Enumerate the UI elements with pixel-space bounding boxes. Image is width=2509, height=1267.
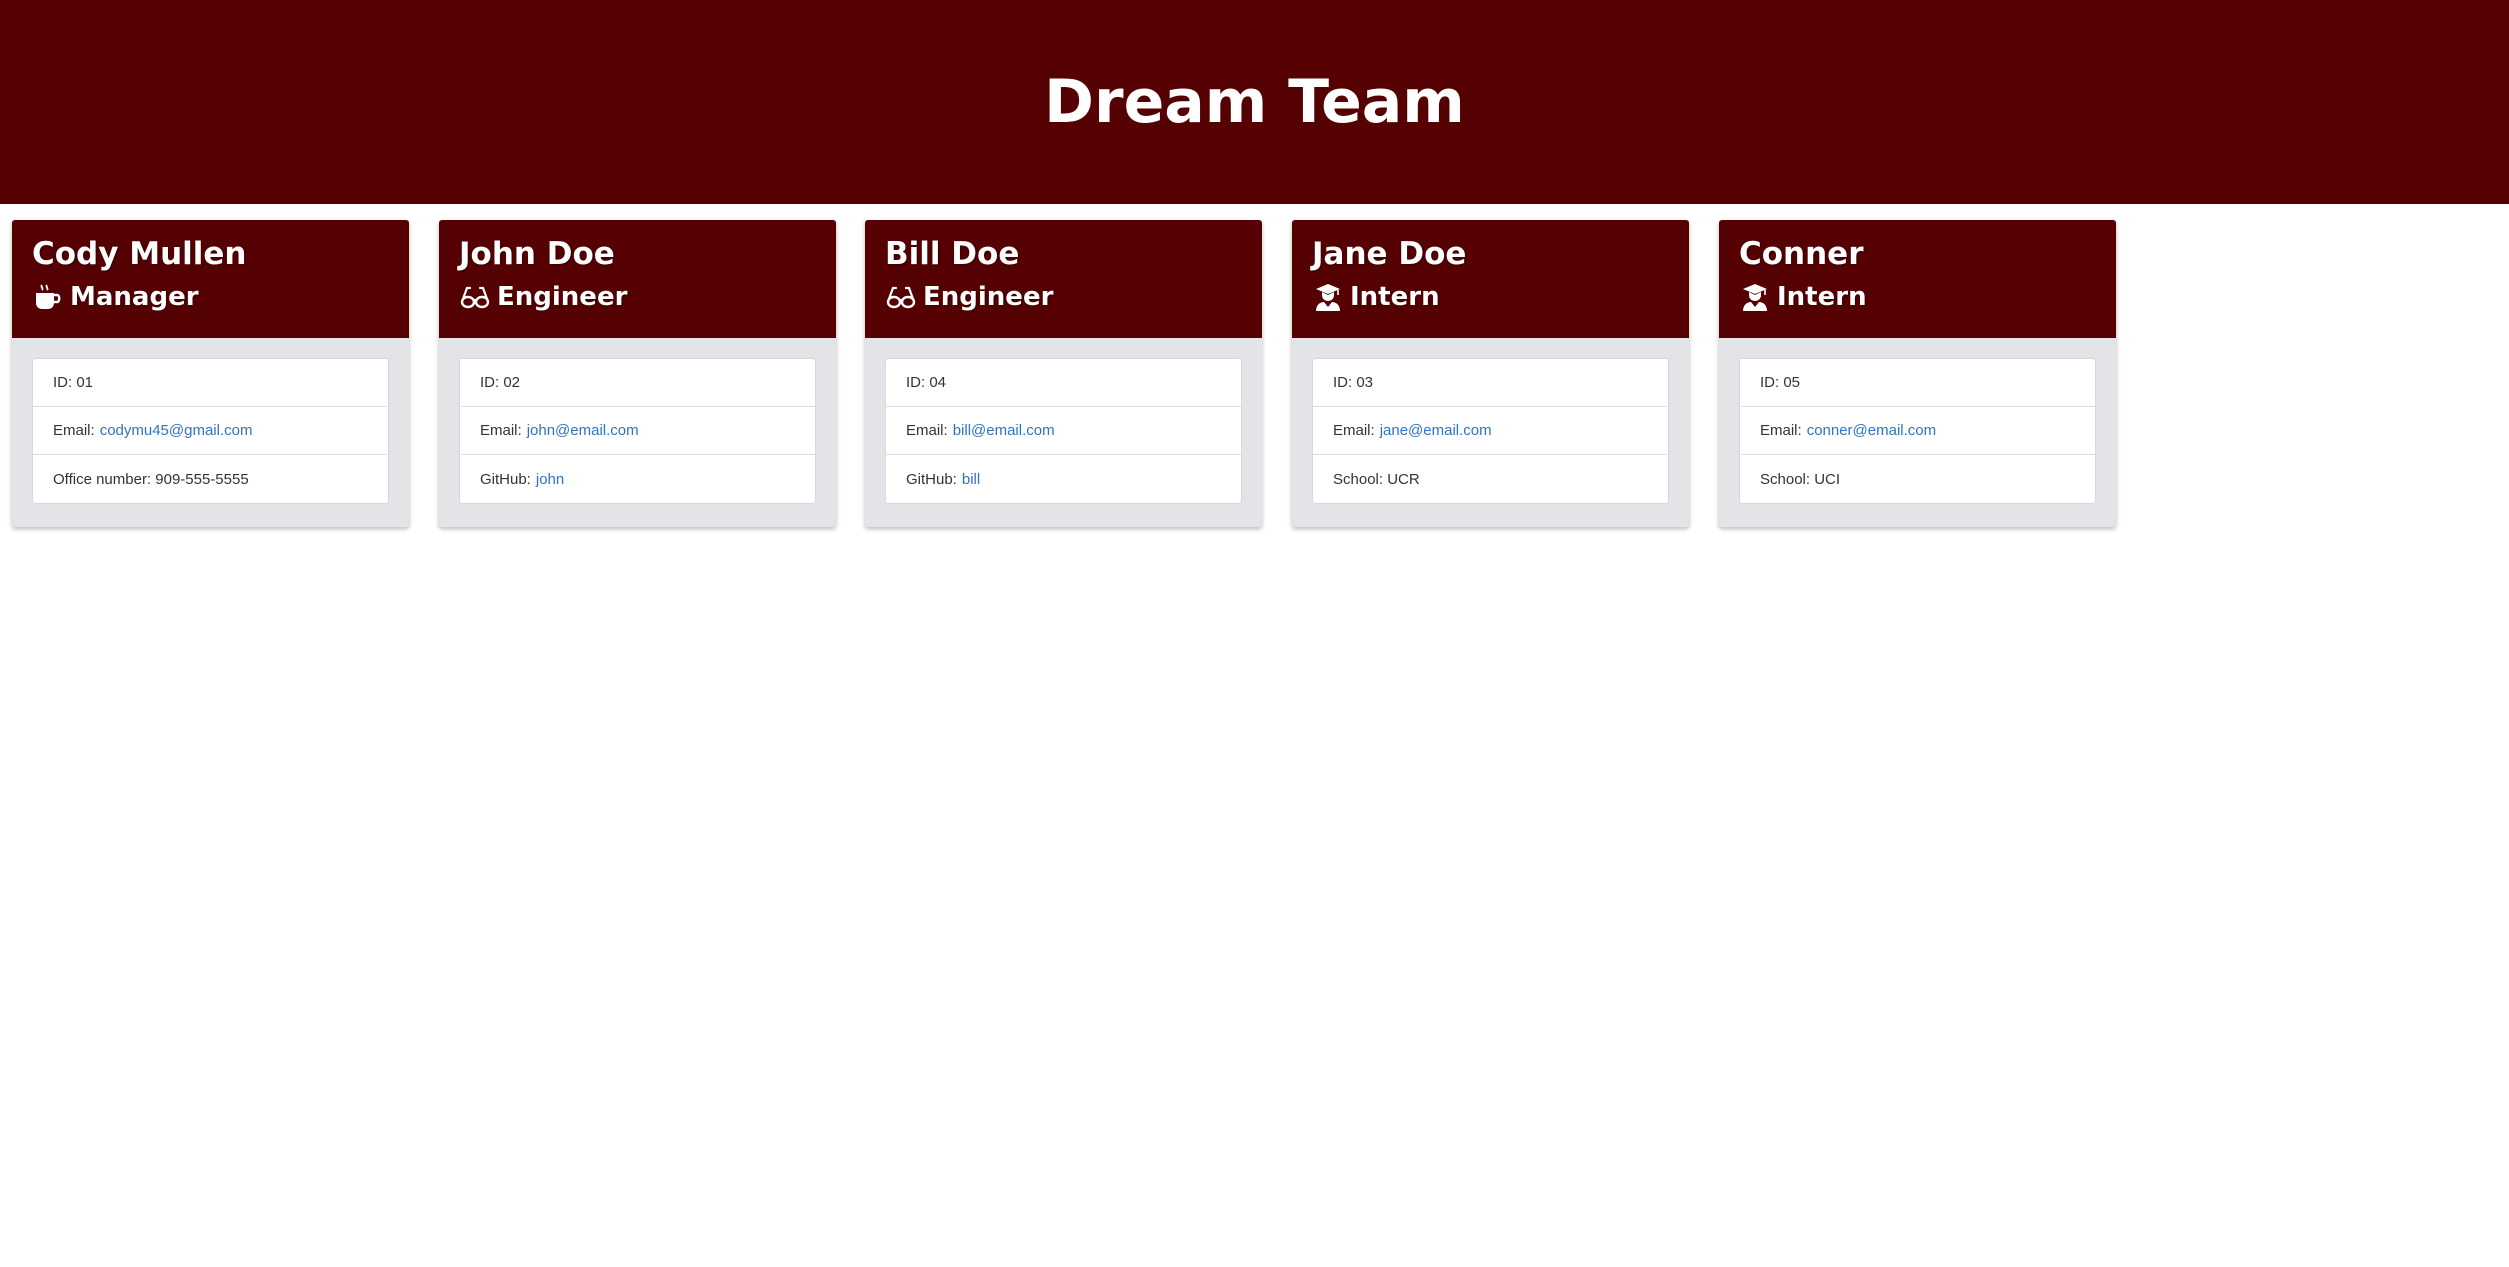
card-header: Bill Doe Engineer xyxy=(865,220,1262,338)
id-item: ID: 02 xyxy=(460,359,815,407)
github-label: GitHub: xyxy=(906,470,957,488)
email-link[interactable]: codymu45@gmail.com xyxy=(100,422,253,439)
github-item: GitHub: john xyxy=(460,455,815,503)
employee-card: John Doe Engineer ID: 02 Email: john@ema… xyxy=(439,220,836,527)
card-body: ID: 02 Email: john@email.com GitHub: joh… xyxy=(439,338,836,504)
page-header: Dream Team xyxy=(0,0,2509,204)
id-item: ID: 01 xyxy=(33,359,388,407)
email-label: Email: xyxy=(906,422,948,439)
github-link[interactable]: bill xyxy=(962,471,980,488)
email-link[interactable]: conner@email.com xyxy=(1807,422,1936,439)
card-body: ID: 04 Email: bill@email.com GitHub: bil… xyxy=(865,338,1262,504)
email-label: Email: xyxy=(1760,422,1802,439)
office-number-item: Office number: 909-555-5555 xyxy=(33,455,388,503)
coffee-mug-icon xyxy=(32,282,64,312)
email-item: Email: conner@email.com xyxy=(1740,407,2095,455)
role-label: Manager xyxy=(70,282,199,312)
card-body: ID: 05 Email: conner@email.com School: U… xyxy=(1719,338,2116,504)
employee-card: Cody Mullen Manager ID: 01 Email: codymu… xyxy=(12,220,409,527)
employee-card: Bill Doe Engineer ID: 04 Email: bill@ema… xyxy=(865,220,1262,527)
id-text: ID: 05 xyxy=(1760,374,1801,391)
employee-name: Jane Doe xyxy=(1312,236,1467,272)
employee-name: John Doe xyxy=(459,236,615,272)
email-item: Email: bill@email.com xyxy=(886,407,1241,455)
school-text: School: UCI xyxy=(1760,470,1841,488)
card-header: Cody Mullen Manager xyxy=(12,220,409,338)
school-text: School: UCR xyxy=(1333,470,1420,488)
card-header: John Doe Engineer xyxy=(439,220,836,338)
id-item: ID: 03 xyxy=(1313,359,1668,407)
details-list: ID: 02 Email: john@email.com GitHub: joh… xyxy=(459,358,816,504)
employee-card: Jane Doe Intern ID: 03 Email: jane@email… xyxy=(1292,220,1689,527)
employee-role: Intern xyxy=(1312,280,1669,314)
employee-card: Conner Intern ID: 05 Email: conner@email… xyxy=(1719,220,2116,527)
email-item: Email: john@email.com xyxy=(460,407,815,455)
id-item: ID: 05 xyxy=(1740,359,2095,407)
card-header: Jane Doe Intern xyxy=(1292,220,1689,338)
card-body: ID: 01 Email: codymu45@gmail.com Office … xyxy=(12,338,409,504)
email-label: Email: xyxy=(480,422,522,439)
github-label: GitHub: xyxy=(480,470,531,488)
graduate-icon xyxy=(1312,282,1344,312)
glasses-icon xyxy=(885,282,917,312)
employee-role: Intern xyxy=(1739,280,2096,314)
graduate-icon xyxy=(1739,282,1771,312)
details-list: ID: 04 Email: bill@email.com GitHub: bil… xyxy=(885,358,1242,504)
email-label: Email: xyxy=(53,422,95,439)
email-item: Email: codymu45@gmail.com xyxy=(33,407,388,455)
email-link[interactable]: john@email.com xyxy=(527,422,639,439)
role-label: Intern xyxy=(1777,282,1867,312)
role-label: Intern xyxy=(1350,282,1440,312)
school-item: School: UCI xyxy=(1740,455,2095,503)
employee-role: Engineer xyxy=(885,280,1242,314)
github-item: GitHub: bill xyxy=(886,455,1241,503)
glasses-icon xyxy=(459,282,491,312)
role-label: Engineer xyxy=(497,282,628,312)
page-title: Dream Team xyxy=(1044,67,1465,137)
email-item: Email: jane@email.com xyxy=(1313,407,1668,455)
school-item: School: UCR xyxy=(1313,455,1668,503)
id-item: ID: 04 xyxy=(886,359,1241,407)
employee-name: Bill Doe xyxy=(885,236,1020,272)
id-text: ID: 04 xyxy=(906,374,947,391)
id-text: ID: 01 xyxy=(53,374,94,391)
employee-name: Cody Mullen xyxy=(32,236,247,272)
details-list: ID: 01 Email: codymu45@gmail.com Office … xyxy=(32,358,389,504)
role-label: Engineer xyxy=(923,282,1054,312)
github-link[interactable]: john xyxy=(536,471,564,488)
employee-role: Engineer xyxy=(459,280,816,314)
email-label: Email: xyxy=(1333,422,1375,439)
office-number-text: Office number: 909-555-5555 xyxy=(53,470,249,488)
card-body: ID: 03 Email: jane@email.com School: UCR xyxy=(1292,338,1689,504)
id-text: ID: 03 xyxy=(1333,374,1374,391)
employee-name: Conner xyxy=(1739,236,1864,272)
id-text: ID: 02 xyxy=(480,374,521,391)
email-link[interactable]: jane@email.com xyxy=(1380,422,1492,439)
email-link[interactable]: bill@email.com xyxy=(953,422,1055,439)
details-list: ID: 03 Email: jane@email.com School: UCR xyxy=(1312,358,1669,504)
card-header: Conner Intern xyxy=(1719,220,2116,338)
details-list: ID: 05 Email: conner@email.com School: U… xyxy=(1739,358,2096,504)
employee-cards: Cody Mullen Manager ID: 01 Email: codymu… xyxy=(0,204,2509,1267)
employee-role: Manager xyxy=(32,280,389,314)
